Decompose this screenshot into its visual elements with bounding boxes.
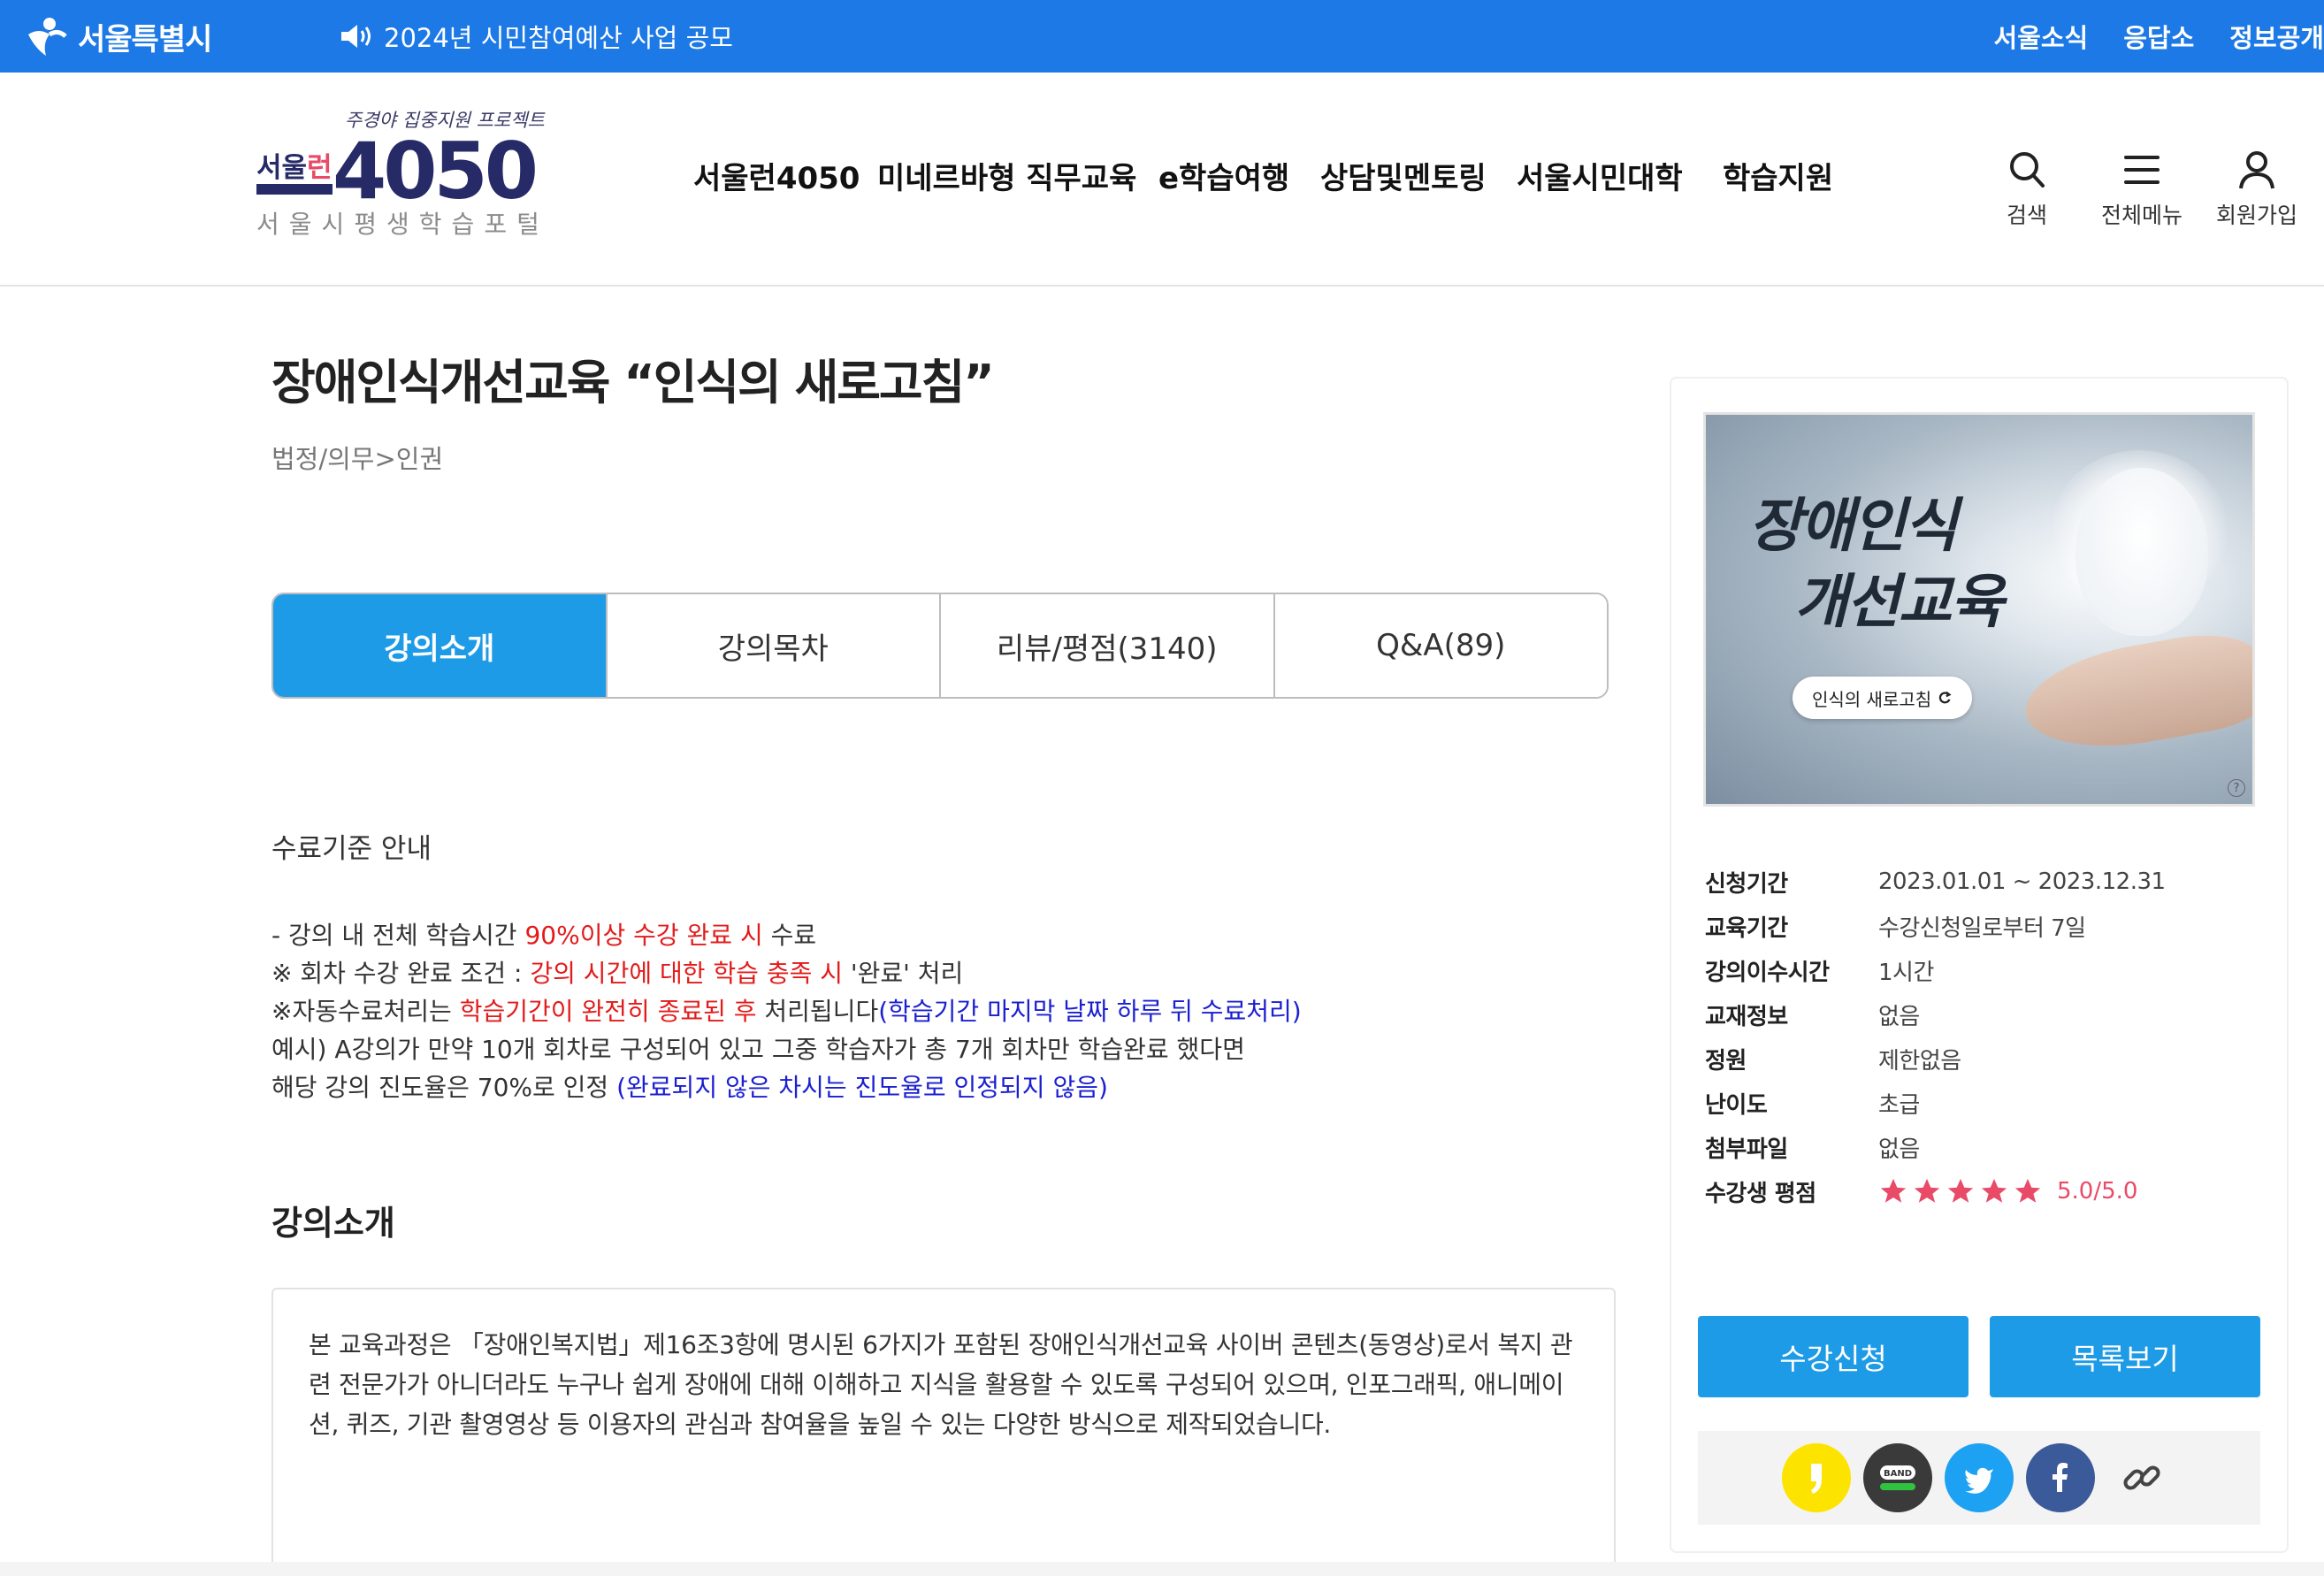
thumbnail-title-line-2: 개선교육 <box>1794 567 2004 636</box>
link-icon <box>2123 1465 2160 1490</box>
tab-intro[interactable]: 강의소개 <box>273 594 608 697</box>
copy-link-button[interactable] <box>2107 1443 2176 1512</box>
band-share-button[interactable]: BAND <box>1863 1443 1932 1512</box>
link-seoul-news[interactable]: 서울소식 <box>1993 18 2088 55</box>
star-icon <box>1947 1178 1974 1203</box>
twitter-share-button[interactable] <box>1945 1443 2014 1512</box>
star-icon <box>2014 1178 2041 1203</box>
completion-guide-heading: 수료기준 안내 <box>271 833 432 865</box>
page-bottom-strip <box>0 1562 2324 1576</box>
help-icon: ? <box>2228 779 2245 797</box>
site-logo[interactable]: 주경야 집중지원 프로젝트 서울런 4050 서울시평생학습포털 <box>256 106 545 248</box>
rating-stars: 5.0/5.0 <box>1878 1176 2137 1206</box>
tab-reviews[interactable]: 리뷰/평점(3140) <box>941 594 1275 697</box>
facebook-icon <box>2053 1463 2068 1492</box>
band-icon: BAND <box>1880 1465 1915 1490</box>
star-icon <box>1914 1178 1940 1203</box>
lightbulb-image <box>2076 468 2208 636</box>
signup-button[interactable]: 회원가입 <box>2213 149 2301 230</box>
header-utils: 검색 전체메뉴 회원가입 <box>1983 149 2301 230</box>
guide-line-2: ※ 회차 수강 완료 조건 : 강의 시간에 대한 학습 충족 시 '완료' 처… <box>271 959 964 988</box>
course-intro-text: 본 교육과정은 「장애인복지법」제16조3항에 명시된 6가지가 포함된 장애인… <box>309 1330 1573 1439</box>
search-button[interactable]: 검색 <box>1983 149 2071 230</box>
course-title: 장애인식개선교육 “인식의 새로고침” <box>271 355 995 410</box>
star-icon <box>1981 1178 2007 1203</box>
info-row: 신청기간 2023.01.01 ~ 2023.12.31 <box>1705 868 2166 898</box>
menu-icon <box>2124 156 2160 184</box>
link-eungdapso[interactable]: 응답소 <box>2123 18 2194 55</box>
guide-line-4: 예시) A강의가 만약 10개 회차로 구성되어 있고 그중 학습자가 총 7개… <box>271 1035 1245 1064</box>
course-info-list: 신청기간 2023.01.01 ~ 2023.12.31 교육기간 수강신청일로부터… <box>1705 860 2253 1213</box>
nav-item-minerva[interactable]: 미네르바형 직무교육 <box>877 154 1158 197</box>
info-row: 정원 제한없음 <box>1705 1047 1961 1075</box>
all-menu-label: 전체메뉴 <box>2100 203 2183 228</box>
search-label: 검색 <box>2006 203 2047 228</box>
completion-guide-text: - 강의 내 전체 학습시간 90%이상 수강 완료 시 수료 ※ 회차 수강 … <box>271 916 1302 1106</box>
info-row: 첨부파일 없음 <box>1705 1136 1920 1163</box>
course-info-card: 장애인식 개선교육 인식의 새로고침 ? 신청기간 2023.01.01 ~ 20… <box>1670 377 2289 1553</box>
apply-button[interactable]: 수강신청 <box>1698 1316 1969 1397</box>
refresh-icon <box>1939 691 1952 704</box>
seoul-city-link[interactable]: 서울특별시 <box>23 9 212 64</box>
city-name: 서울특별시 <box>78 21 212 57</box>
main-nav: 서울런4050 미네르바형 직무교육 e학습여행 상담및멘토링 서울시민대학 학… <box>693 154 1855 197</box>
info-row: 난이도 초급 <box>1705 1091 1920 1119</box>
notice-text: 2024년 시민참여예산 사업 공모 <box>384 23 733 53</box>
facebook-share-button[interactable] <box>2026 1443 2095 1512</box>
rating-score: 5.0/5.0 <box>2057 1178 2138 1205</box>
kakao-share-button[interactable] <box>1782 1443 1851 1512</box>
signup-label: 회원가입 <box>2215 203 2297 228</box>
thumbnail-title-line-1: 장애인식 <box>1748 491 1958 560</box>
course-intro-heading: 강의소개 <box>271 1204 395 1243</box>
seoul-logo-icon <box>28 18 67 56</box>
user-icon <box>2239 151 2274 189</box>
logo-brand-number: 4050 <box>333 126 539 217</box>
twitter-icon <box>1965 1467 1993 1494</box>
speaker-icon <box>341 25 371 48</box>
course-intro-box: 본 교육과정은 「장애인복지법」제16조3항에 명시된 6가지가 포함된 장애인… <box>271 1288 1616 1576</box>
list-button[interactable]: 목록보기 <box>1990 1316 2260 1397</box>
top-links: 서울소식 응답소 정보공개 <box>1993 12 2324 60</box>
info-row: 강의이수시간 1시간 <box>1705 959 1934 986</box>
svg-text:BAND: BAND <box>1884 1469 1912 1479</box>
logo-subtitle: 서울시평생학습포털 <box>256 210 549 239</box>
notice-banner[interactable]: 2024년 시민참여예산 사업 공모 <box>340 12 733 60</box>
nav-item-citizen-university[interactable]: 서울시민대학 <box>1517 154 1723 197</box>
course-thumbnail: 장애인식 개선교육 인식의 새로고침 ? <box>1703 412 2255 807</box>
link-info-disclosure[interactable]: 정보공개 <box>2229 18 2324 55</box>
course-tabs: 강의소개 강의목차 리뷰/평점(3140) Q&A(89) <box>271 593 1609 699</box>
all-menu-button[interactable]: 전체메뉴 <box>2098 149 2186 230</box>
info-row-rating: 수강생 평점 5.0/5.0 <box>1705 1176 2138 1207</box>
tab-contents[interactable]: 강의목차 <box>607 594 941 697</box>
nav-item-e-learning-trip[interactable]: e학습여행 <box>1158 154 1320 197</box>
nav-item-counseling[interactable]: 상담및멘토링 <box>1320 154 1517 197</box>
logo-bar <box>256 184 333 195</box>
logo-brand-small: 서울런 <box>256 152 333 184</box>
info-row: 교육기간 수강신청일로부터 7일 <box>1705 914 2086 942</box>
nav-item-learning-support[interactable]: 학습지원 <box>1723 154 1855 197</box>
hand-image <box>2017 624 2252 762</box>
info-row: 교재정보 없음 <box>1705 1003 1920 1030</box>
tab-qna[interactable]: Q&A(89) <box>1274 594 1607 697</box>
thumbnail-subtitle-pill: 인식의 새로고침 <box>1793 677 1973 719</box>
site-header: 주경야 집중지원 프로젝트 서울런 4050 서울시평생학습포털 서울런4050… <box>0 73 2324 287</box>
share-bar: BAND <box>1698 1431 2260 1525</box>
search-icon <box>2010 152 2045 187</box>
nav-item-seoulrun4050[interactable]: 서울런4050 <box>693 154 877 197</box>
guide-line-1: - 강의 내 전체 학습시간 90%이상 수강 완료 시 수료 <box>271 921 817 950</box>
guide-line-3: ※자동수료처리는 학습기간이 완전히 종료된 후 처리됩니다(학습기간 마지막 … <box>271 997 1302 1026</box>
breadcrumb: 법정/의무>인권 <box>271 444 444 474</box>
guide-line-5: 해당 강의 진도율은 70%로 인정 (완료되지 않은 차시는 진도율로 인정되… <box>271 1073 1108 1102</box>
star-icon <box>1880 1178 1907 1203</box>
top-bar: 서울특별시 2024년 시민참여예산 사업 공모 서울소식 응답소 정보공개 <box>0 0 2324 73</box>
kakaostory-icon <box>1811 1464 1822 1494</box>
